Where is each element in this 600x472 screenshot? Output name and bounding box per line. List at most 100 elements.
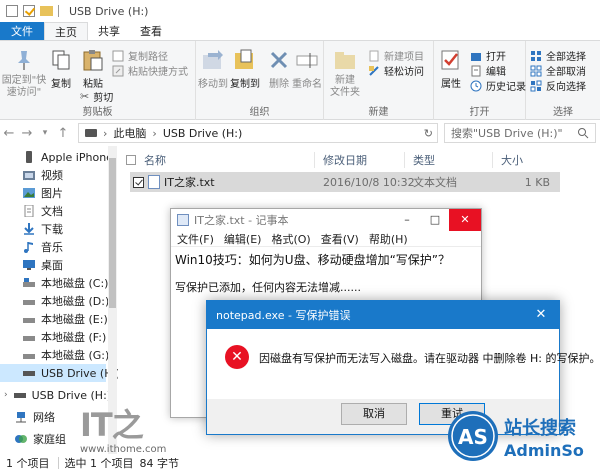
open-button[interactable]: 打开 — [470, 48, 506, 63]
back-arrow-icon[interactable]: ← — [0, 126, 18, 141]
notepad-line-2: 写保护已添加，任何内容无法增减...... — [175, 281, 361, 294]
rename-icon — [296, 53, 318, 68]
sidebar-item-disk-g[interactable]: 本地磁盘 (G:) — [22, 346, 109, 364]
sidebar-item-disk-c[interactable]: 本地磁盘 (C:) — [22, 274, 108, 292]
address-breadcrumb[interactable]: › 此电脑 › USB Drive (H:) ↻ — [78, 123, 438, 143]
nav-scrollbar-thumb[interactable] — [109, 158, 116, 308]
copy-button[interactable]: 复制 — [48, 47, 74, 90]
copy-path-icon — [112, 50, 124, 61]
address-bar-row: ← → ▾ ↑ › 此电脑 › USB Drive (H:) ↻ 搜索"USB … — [0, 121, 600, 145]
copy-to-icon — [235, 49, 253, 69]
notepad-title: IT之家.txt - 记事本 — [194, 214, 289, 227]
menu-edit[interactable]: 编辑(E) — [224, 231, 262, 247]
paste-shortcut-icon — [112, 65, 124, 76]
usb-drive-icon — [23, 371, 35, 376]
select-all-button[interactable]: 全部选择 — [530, 48, 586, 63]
dialog-title-bar[interactable]: notepad.exe - 写保护错误 — [207, 301, 559, 329]
select-all-checkbox[interactable] — [126, 155, 136, 165]
sidebar-item-network[interactable]: 网络 — [14, 408, 55, 426]
breadcrumb-drive[interactable]: USB Drive (H:) — [163, 127, 242, 140]
sidebar-item-pictures[interactable]: 图片 — [22, 184, 63, 202]
column-header-modified[interactable]: 修改日期 — [323, 150, 367, 170]
close-icon[interactable]: ✕ — [449, 209, 481, 231]
sidebar-item-downloads[interactable]: 下载 — [22, 220, 63, 238]
forward-arrow-icon[interactable]: → — [18, 126, 36, 141]
ribbon-tabs: 文件 主页 共享 查看 — [0, 22, 600, 40]
adminso-site-en: AdminSo — [504, 441, 584, 460]
menu-view[interactable]: 查看(V) — [321, 231, 359, 247]
properties-button[interactable]: 属性 — [438, 47, 464, 90]
chevron-right-icon[interactable]: › — [4, 390, 8, 400]
open-group: 属性 打开 编辑 历史记录 打开 — [434, 41, 526, 120]
sidebar-item-homegroup[interactable]: 家庭组 — [14, 430, 66, 448]
cut-button[interactable]: ✂ 剪切 — [80, 89, 113, 104]
invert-selection-button[interactable]: 反向选择 — [530, 78, 586, 93]
column-divider[interactable] — [492, 152, 493, 168]
sidebar-item-music[interactable]: 音乐 — [22, 238, 63, 256]
sidebar-item-desktop[interactable]: 桌面 — [22, 256, 63, 274]
properties-quick-icon[interactable] — [23, 5, 35, 17]
chevron-right-icon[interactable]: › — [152, 127, 156, 140]
paste-button[interactable]: 粘贴 — [80, 47, 106, 90]
hard-drive-icon — [23, 300, 35, 305]
file-name[interactable]: IT之家.txt — [164, 174, 330, 190]
search-icon — [578, 128, 589, 139]
column-divider[interactable] — [404, 152, 405, 168]
rename-button[interactable]: 重命名 — [292, 47, 322, 90]
tab-view[interactable]: 查看 — [130, 22, 172, 40]
ithome-watermark: IT之 www.ithome.com — [80, 400, 166, 455]
table-row[interactable]: IT之家.txt 2016/10/8 10:32 文本文档 1 KB — [130, 172, 560, 192]
refresh-icon[interactable]: ↻ — [424, 127, 433, 140]
sidebar-item-usb-drive-selected[interactable]: USB Drive (H:) — [0, 364, 120, 382]
copy-to-button[interactable]: 复制到 — [230, 47, 260, 90]
column-header-type[interactable]: 类型 — [413, 150, 435, 170]
sidebar-item-documents[interactable]: 文档 — [22, 202, 63, 220]
column-divider[interactable] — [314, 152, 315, 168]
row-checkbox[interactable] — [133, 176, 144, 188]
edit-button[interactable]: 编辑 — [470, 63, 506, 78]
move-to-button[interactable]: 移动到 — [198, 47, 228, 90]
easy-access-button[interactable]: 轻松访问 — [368, 63, 424, 78]
new-item-button[interactable]: 新建项目 — [368, 48, 424, 63]
notepad-title-bar[interactable]: IT之家.txt - 记事本 – □ ✕ — [171, 209, 481, 231]
text-file-icon — [148, 175, 160, 189]
recent-chevron-down-icon[interactable]: ▾ — [36, 128, 54, 138]
sidebar-item-disk-d[interactable]: 本地磁盘 (D:) — [22, 292, 109, 310]
column-header-name[interactable]: 名称 — [144, 150, 166, 170]
minimize-icon[interactable]: – — [393, 209, 421, 231]
copy-path-button[interactable]: 复制路径 — [112, 48, 168, 63]
organize-group-label: 组织 — [249, 107, 270, 118]
menu-help[interactable]: 帮助(H) — [369, 231, 408, 247]
column-header-size[interactable]: 大小 — [501, 150, 523, 170]
search-input[interactable]: 搜索"USB Drive (H:)" — [444, 123, 596, 143]
tab-home[interactable]: 主页 — [44, 22, 88, 40]
pin-quick-access-button[interactable]: 固定到"快速访问" — [2, 47, 46, 99]
sidebar-item-disk-f[interactable]: 本地磁盘 (F:) — [22, 328, 106, 346]
easy-access-icon — [369, 65, 379, 76]
menu-format[interactable]: 格式(O) — [271, 231, 310, 247]
sidebar-item-disk-e[interactable]: 本地磁盘 (E:) — [22, 310, 108, 328]
chevron-right-icon[interactable]: › — [103, 127, 107, 140]
notepad-text-area[interactable]: Win10技巧：如何为U盘、移动硬盘增加“写保护”？ 写保护已添加，任何内容无法… — [171, 247, 481, 301]
new-folder-quick-icon[interactable] — [40, 6, 53, 16]
tab-share[interactable]: 共享 — [88, 22, 130, 40]
new-folder-button[interactable]: 新建 文件夹 — [330, 47, 360, 99]
paste-shortcut-button[interactable]: 粘贴快捷方式 — [112, 63, 188, 78]
clipboard-group-label: 剪贴板 — [82, 107, 113, 118]
close-icon[interactable]: ✕ — [523, 301, 559, 329]
ithome-watermark-logo: IT之 — [80, 406, 144, 444]
sidebar-item-videos[interactable]: 视频 — [22, 166, 63, 184]
sidebar-item-apple-iphone[interactable]: Apple iPhone — [22, 148, 113, 166]
cancel-button[interactable]: 取消 — [341, 403, 407, 425]
delete-button[interactable]: 删除 — [266, 47, 292, 90]
select-none-button[interactable]: 全部取消 — [530, 63, 586, 78]
tab-file[interactable]: 文件 — [0, 22, 44, 40]
history-button[interactable]: 历史记录 — [470, 78, 526, 93]
drive-c-icon — [23, 278, 35, 287]
menu-file[interactable]: 文件(F) — [177, 231, 214, 247]
system-menu-icon[interactable] — [6, 5, 18, 17]
maximize-icon[interactable]: □ — [421, 209, 449, 231]
delete-x-icon — [270, 51, 288, 69]
up-arrow-icon[interactable]: ↑ — [54, 126, 72, 141]
breadcrumb-this-pc[interactable]: 此电脑 — [113, 125, 146, 141]
